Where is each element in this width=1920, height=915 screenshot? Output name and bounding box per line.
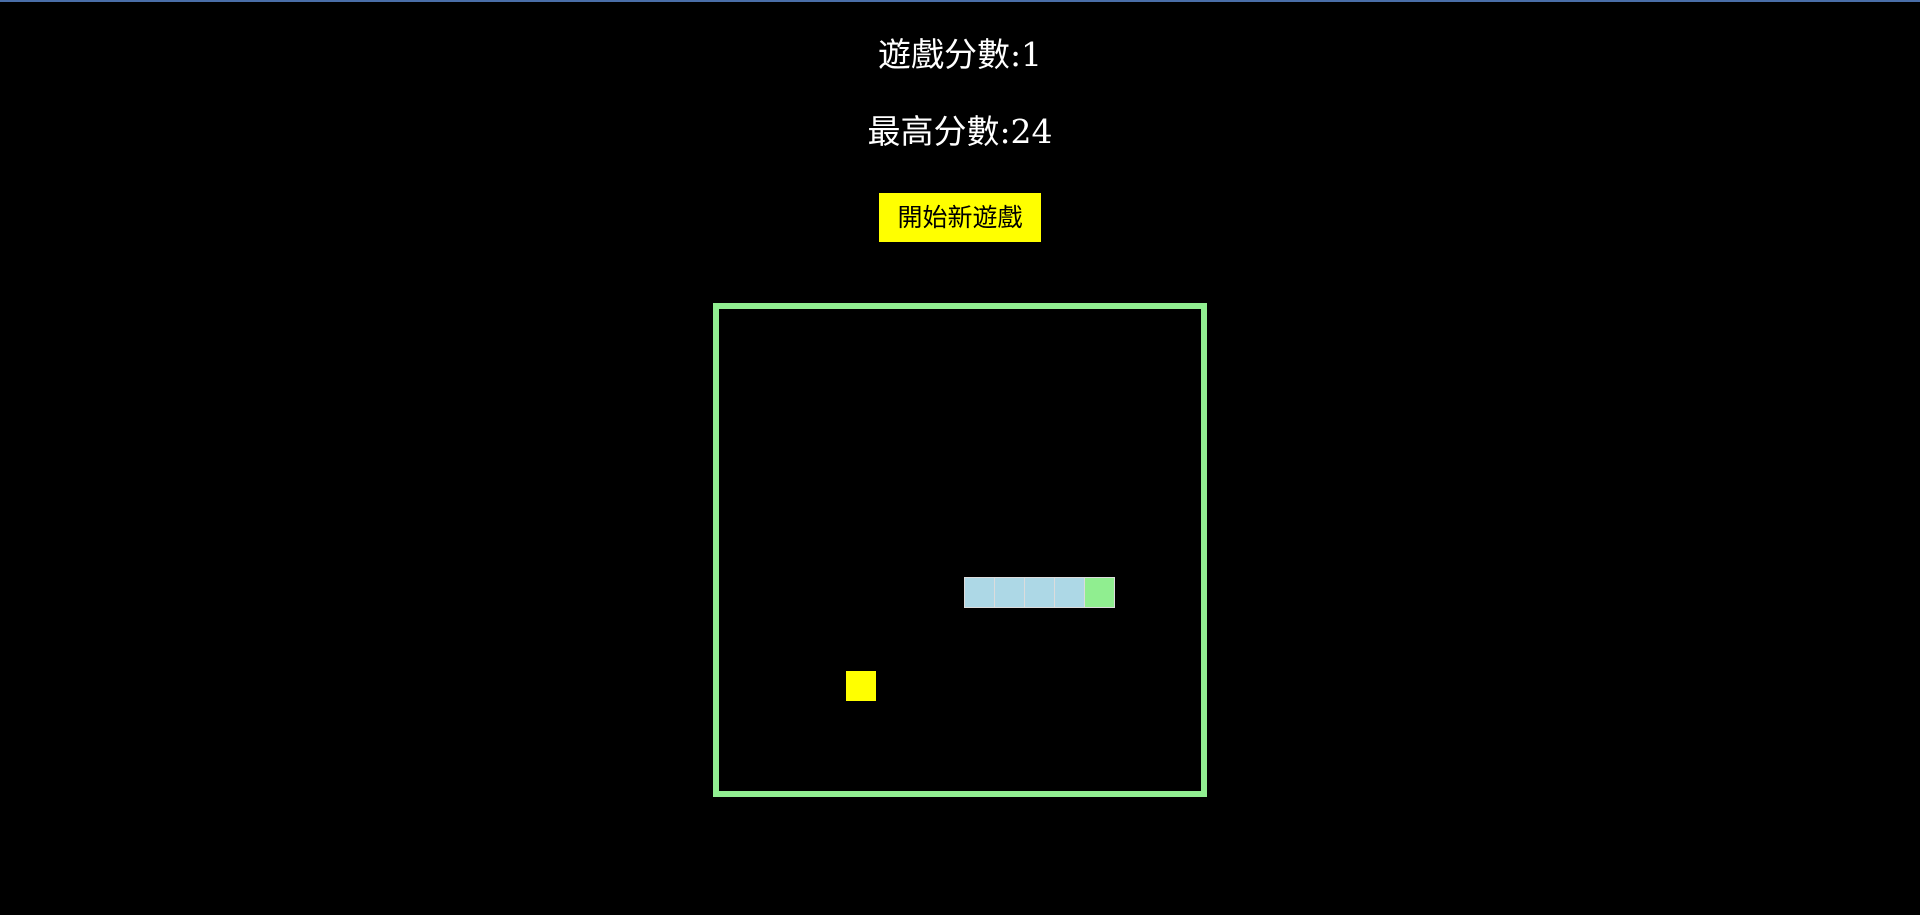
snake-head xyxy=(1084,577,1115,608)
current-score: 遊戲分數:1 xyxy=(877,35,1043,74)
snake-body-segment xyxy=(1054,577,1085,608)
top-border-line xyxy=(0,0,1920,2)
new-game-button[interactable]: 開始新遊戲 xyxy=(879,193,1041,242)
snake-body-segment xyxy=(964,577,995,608)
snake-body-segment xyxy=(1024,577,1055,608)
food-item xyxy=(846,671,876,701)
game-page: 遊戲分數:1 最高分數:24 開始新遊戲 xyxy=(0,0,1920,915)
high-score: 最高分數:24 xyxy=(867,112,1053,151)
game-board[interactable] xyxy=(713,303,1207,797)
snake-body-segment xyxy=(994,577,1025,608)
